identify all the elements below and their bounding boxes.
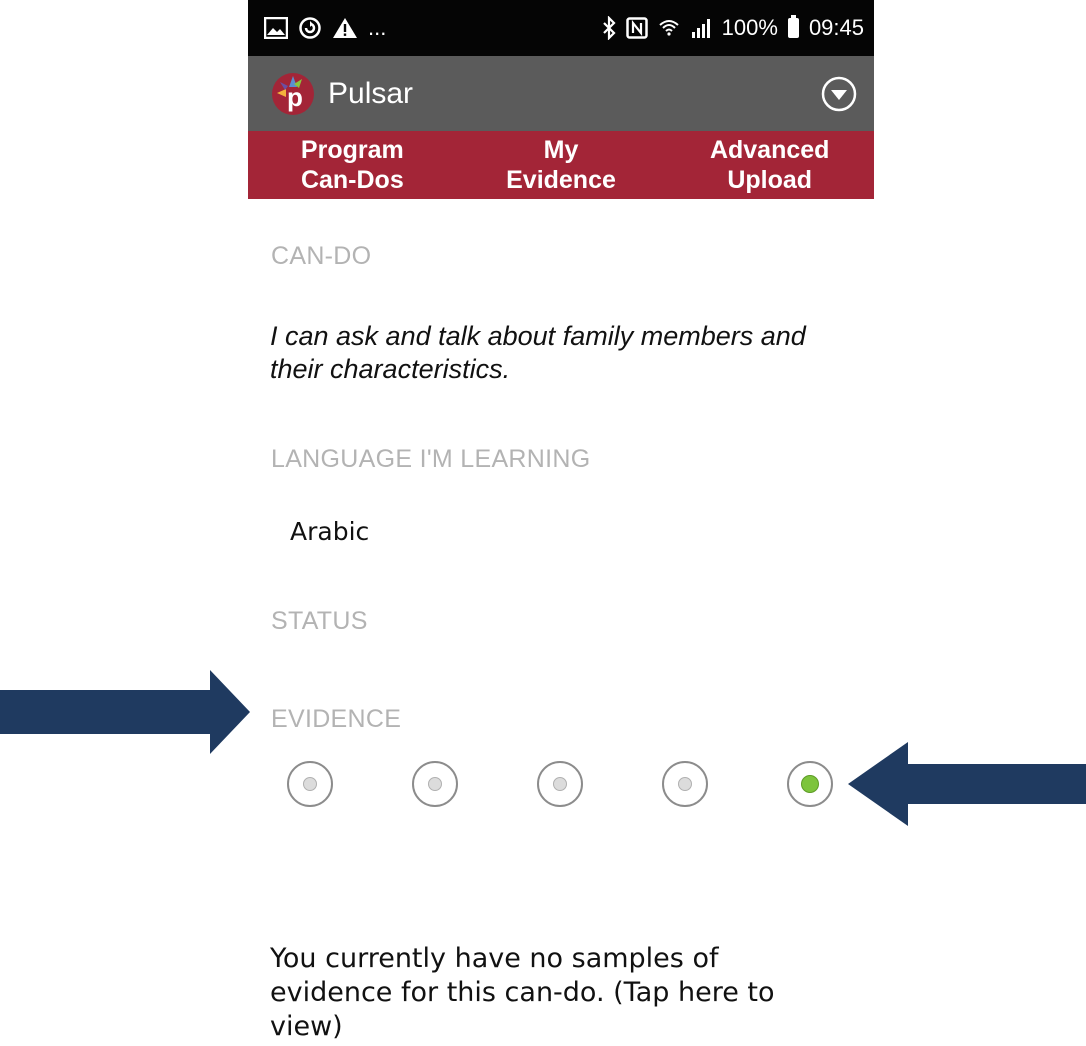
arrow-right-annotation <box>0 670 250 754</box>
pulsar-logo: p <box>272 72 314 115</box>
app-bar: p Pulsar <box>248 56 874 131</box>
warning-icon <box>332 17 358 39</box>
cando-text: I can ask and talk about family members … <box>270 321 806 384</box>
chevron-down-circle-icon[interactable] <box>820 75 858 113</box>
tab-label-line1: Program <box>300 136 404 164</box>
tab-advanced-upload[interactable]: Advanced Upload <box>665 131 874 199</box>
status-label: STATUS <box>271 607 368 635</box>
status-bar-left: ... <box>264 15 386 41</box>
arrow-left-annotation <box>848 742 1086 826</box>
status-more-text: ... <box>368 15 387 40</box>
radio-dot <box>678 777 692 791</box>
nfc-icon <box>625 17 648 39</box>
status-radio-4[interactable] <box>662 761 708 807</box>
tab-label-line2: Can-Dos <box>300 166 404 194</box>
status-radio-group <box>287 761 847 811</box>
tab-label-line2: Evidence <box>506 166 616 194</box>
radio-dot <box>553 777 567 791</box>
battery-icon <box>787 15 799 38</box>
battery-percent: 100% <box>721 15 778 40</box>
image-icon <box>264 17 288 39</box>
tab-bar: Program Can-Dos My Evidence Advanced Upl… <box>248 131 874 199</box>
radio-dot-selected <box>801 775 819 793</box>
radio-dot <box>428 777 442 791</box>
tab-program-can-dos[interactable]: Program Can-Dos <box>248 131 457 199</box>
tab-label-line2: Upload <box>727 166 813 194</box>
screen: ... 100% 09:45 p Pulsar Program Can-Dos … <box>0 0 1086 1046</box>
svg-text:p: p <box>287 82 303 112</box>
language-label: LANGUAGE I'M LEARNING <box>271 445 591 473</box>
signal-icon <box>690 17 712 39</box>
status-radio-1[interactable] <box>287 761 333 807</box>
evidence-label: EVIDENCE <box>271 705 402 733</box>
app-title: Pulsar <box>328 76 414 110</box>
language-value: Arabic <box>290 517 370 546</box>
status-radio-2[interactable] <box>412 761 458 807</box>
radio-dot <box>303 777 317 791</box>
cando-label: CAN-DO <box>271 242 372 270</box>
status-bar: ... 100% 09:45 <box>248 0 874 56</box>
tab-my-evidence[interactable]: My Evidence <box>457 131 666 199</box>
status-bar-right: 100% 09:45 <box>602 15 864 41</box>
bluetooth-icon <box>602 16 616 40</box>
tab-label-line1: My <box>543 136 579 164</box>
sync-icon <box>298 16 322 40</box>
evidence-link[interactable]: You currently have no samples of evidenc… <box>270 942 830 1044</box>
wifi-icon <box>658 17 680 39</box>
status-time: 09:45 <box>808 15 864 40</box>
status-radio-3[interactable] <box>537 761 583 807</box>
tab-label-line1: Advanced <box>709 136 830 164</box>
status-radio-5[interactable] <box>787 761 833 807</box>
